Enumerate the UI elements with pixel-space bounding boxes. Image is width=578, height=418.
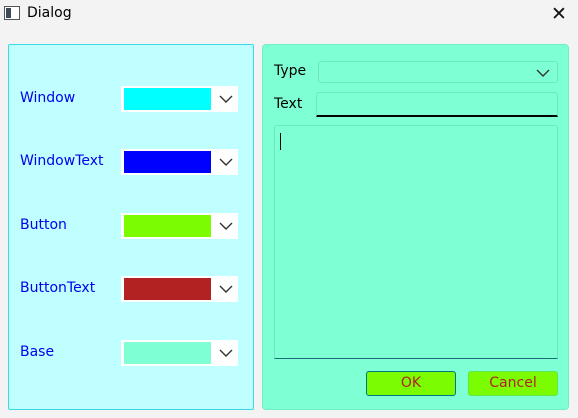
color-swatch <box>124 342 211 364</box>
color-swatch <box>124 278 211 300</box>
palette-row-base: Base <box>20 340 248 366</box>
chevron-down-icon <box>219 222 233 230</box>
body-text-area[interactable] <box>274 125 558 359</box>
palette-label-windowtext: WindowText <box>20 153 104 169</box>
palette-row-button: Button <box>20 213 248 239</box>
cancel-button[interactable]: Cancel <box>468 371 558 396</box>
palette-row-window: Window <box>20 86 248 112</box>
window-color-combo[interactable] <box>121 86 238 112</box>
close-button[interactable]: ✕ <box>546 2 572 26</box>
color-swatch <box>124 88 211 110</box>
ok-button[interactable]: OK <box>366 371 456 396</box>
buttontext-color-combo[interactable] <box>121 276 238 302</box>
app-window-icon <box>4 6 20 20</box>
text-input[interactable] <box>316 92 558 117</box>
palette-label-window: Window <box>20 90 76 106</box>
color-swatch <box>124 215 211 237</box>
button-color-combo[interactable] <box>121 213 238 239</box>
text-caret <box>280 133 281 150</box>
palette-label-buttontext: ButtonText <box>20 280 96 296</box>
chevron-down-icon <box>536 69 550 77</box>
window-title: Dialog <box>27 5 72 21</box>
base-color-combo[interactable] <box>121 340 238 366</box>
type-label: Type <box>274 63 307 79</box>
chevron-down-icon <box>219 285 233 293</box>
palette-row-windowtext: WindowText <box>20 149 248 175</box>
palette-row-buttontext: ButtonText <box>20 276 248 302</box>
preview-panel: Type Text OK Cancel <box>262 44 569 410</box>
palette-label-button: Button <box>20 217 67 233</box>
color-swatch <box>124 151 211 173</box>
windowtext-color-combo[interactable] <box>121 149 238 175</box>
text-label: Text <box>274 96 303 112</box>
chevron-down-icon <box>219 95 233 103</box>
palette-panel: Window WindowText Button ButtonText Base <box>8 44 254 410</box>
type-combo[interactable] <box>318 61 558 83</box>
chevron-down-icon <box>219 158 233 166</box>
palette-label-base: Base <box>20 344 55 360</box>
title-bar: Dialog ✕ <box>0 0 578 30</box>
close-icon: ✕ <box>551 3 567 25</box>
chevron-down-icon <box>219 349 233 357</box>
